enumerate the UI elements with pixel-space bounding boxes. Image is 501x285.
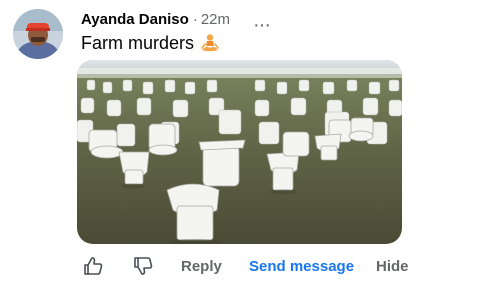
comment-header: Ayanda Daniso · 22m — [81, 10, 230, 29]
send-message-button[interactable]: Send message — [249, 258, 354, 275]
hide-button[interactable]: Hide — [376, 258, 409, 275]
comment-text: Farm murders — [81, 33, 195, 53]
dislike-button[interactable] — [132, 255, 154, 277]
reply-button[interactable]: Reply — [181, 258, 222, 275]
separator-dot: · — [192, 11, 198, 28]
thumbs-down-icon — [134, 257, 153, 275]
person-in-lotus-position-icon — [201, 34, 219, 52]
comment-actions — [82, 253, 154, 279]
more-options-button[interactable]: ··· — [253, 15, 271, 35]
toilets-in-field-photo — [77, 60, 402, 244]
like-button[interactable] — [82, 255, 104, 277]
avatar[interactable] — [13, 9, 63, 59]
thumbs-up-icon — [84, 257, 103, 275]
author-name[interactable]: Ayanda Daniso — [81, 10, 189, 29]
comment-image[interactable] — [77, 60, 402, 244]
timestamp[interactable]: 22m — [201, 10, 230, 29]
avatar-image — [13, 9, 63, 59]
comment-text-row: Farm murders — [81, 32, 220, 54]
